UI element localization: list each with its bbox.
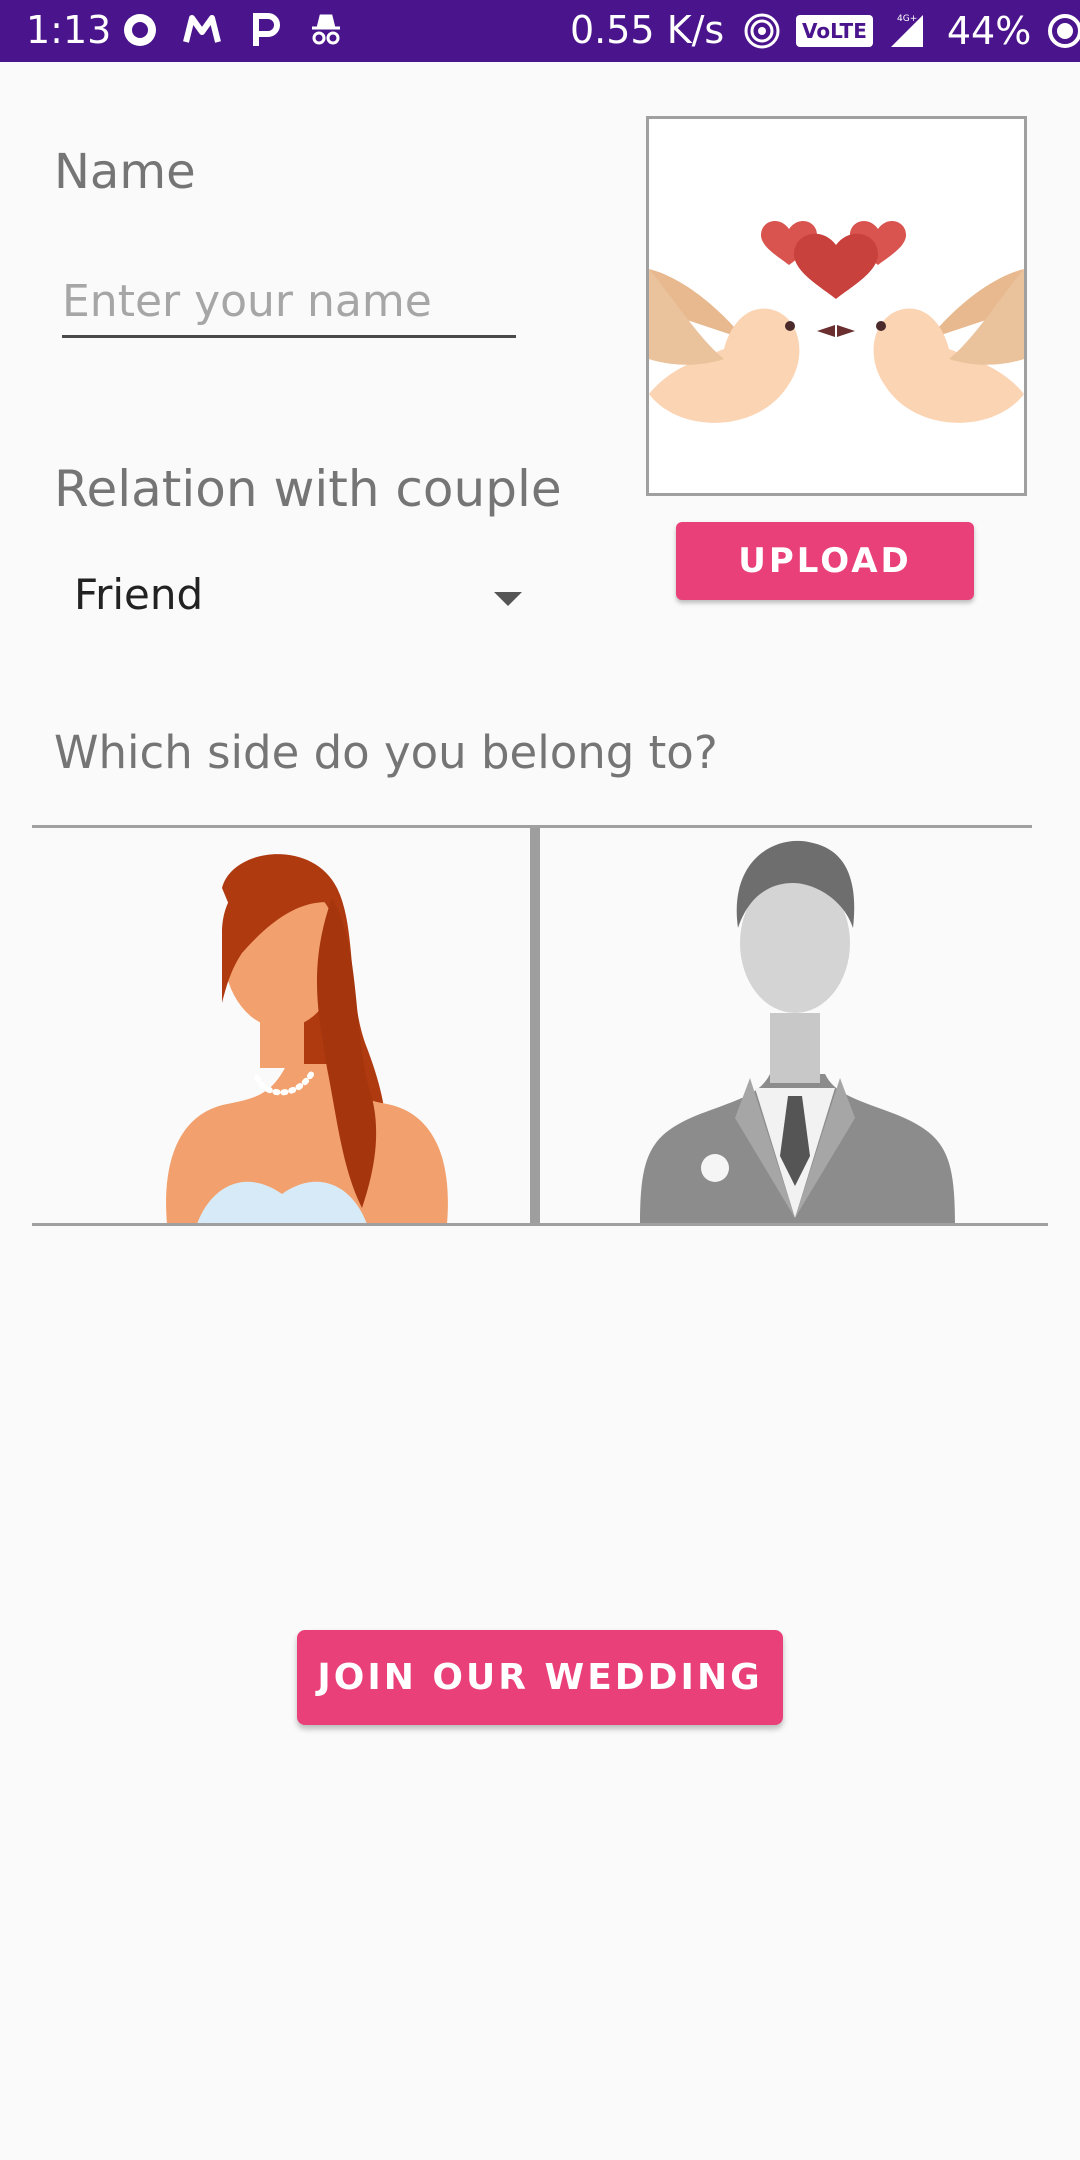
p-app-icon (253, 13, 280, 46)
side-divider (530, 828, 540, 1224)
love-birds-icon (649, 221, 1024, 423)
signal-icon: 4G+ (890, 14, 923, 47)
ring-notification-icon (124, 14, 156, 46)
relation-label: Relation with couple (54, 460, 562, 518)
relation-dropdown[interactable]: Friend (74, 568, 534, 628)
status-time: 1:13 (26, 8, 112, 52)
battery-percent: 44% (946, 9, 1032, 53)
system-icons: VoLTE 4G+ 44% (742, 9, 1080, 53)
side-question-label: Which side do you belong to? (54, 726, 718, 779)
status-bar: 1:13 0.55 K/s VoLTE 4G+ 44% (0, 0, 1080, 62)
bride-avatar-icon (166, 854, 448, 1224)
bride-side-option[interactable] (32, 828, 530, 1224)
battery-icon (1048, 14, 1080, 48)
relation-selected-value: Friend (74, 570, 204, 619)
chooser-bottom-divider (32, 1223, 1048, 1226)
m-app-icon (183, 15, 221, 43)
incognito-icon (312, 14, 340, 45)
photo-preview (646, 116, 1027, 496)
notification-icons (120, 10, 346, 50)
upload-button[interactable]: UPLOAD (676, 522, 974, 600)
name-input[interactable] (62, 268, 516, 338)
volte-badge: VoLTE (796, 15, 873, 47)
network-type: 4G+ (897, 14, 917, 24)
groom-side-option[interactable] (540, 828, 1048, 1224)
name-label: Name (54, 144, 196, 200)
groom-avatar-icon (640, 840, 955, 1224)
hotspot-icon (744, 13, 780, 49)
dropdown-arrow-icon (494, 592, 522, 606)
join-wedding-button[interactable]: JOIN OUR WEDDING (297, 1630, 783, 1725)
network-speed: 0.55 K/s (570, 8, 725, 52)
